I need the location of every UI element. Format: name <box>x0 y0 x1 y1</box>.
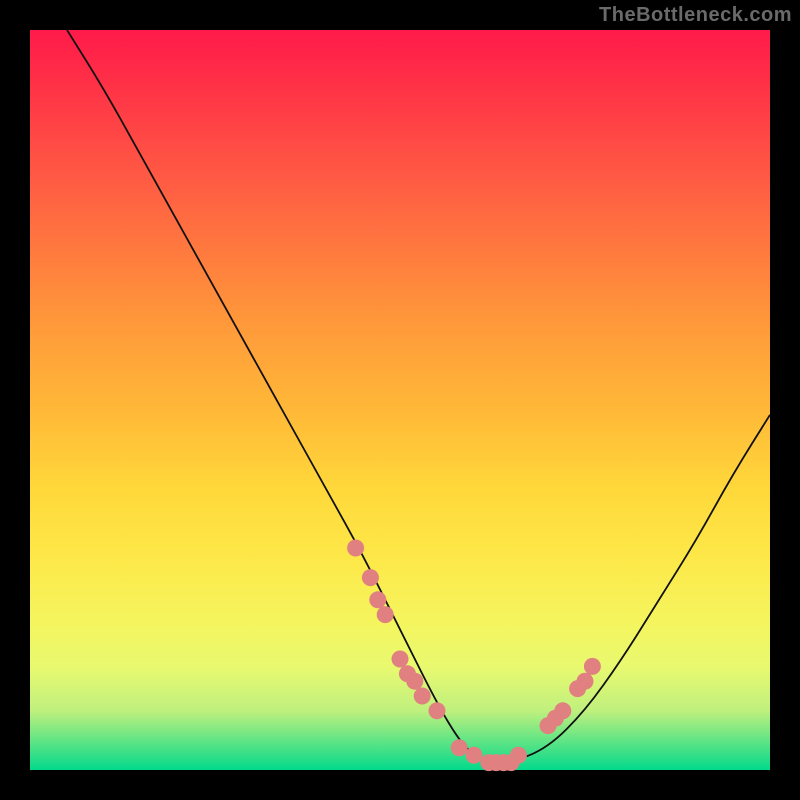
watermark-text: TheBottleneck.com <box>599 4 792 27</box>
marker-dot <box>466 747 483 764</box>
marker-dot <box>414 688 431 705</box>
chart-svg <box>30 30 770 770</box>
marker-dot <box>584 658 601 675</box>
marker-dot <box>429 702 446 719</box>
marker-dot <box>577 673 594 690</box>
marker-dot <box>510 747 527 764</box>
marker-dot <box>406 673 423 690</box>
marker-dot <box>369 591 386 608</box>
marker-dot <box>392 651 409 668</box>
plot-area <box>30 30 770 770</box>
marker-dot <box>347 540 364 557</box>
marker-dot <box>554 702 571 719</box>
marker-dot <box>451 739 468 756</box>
chart-frame: TheBottleneck.com <box>0 0 800 800</box>
marker-dot <box>362 569 379 586</box>
marker-dot <box>377 606 394 623</box>
bottleneck-curve <box>67 30 770 763</box>
marker-group <box>347 540 601 772</box>
